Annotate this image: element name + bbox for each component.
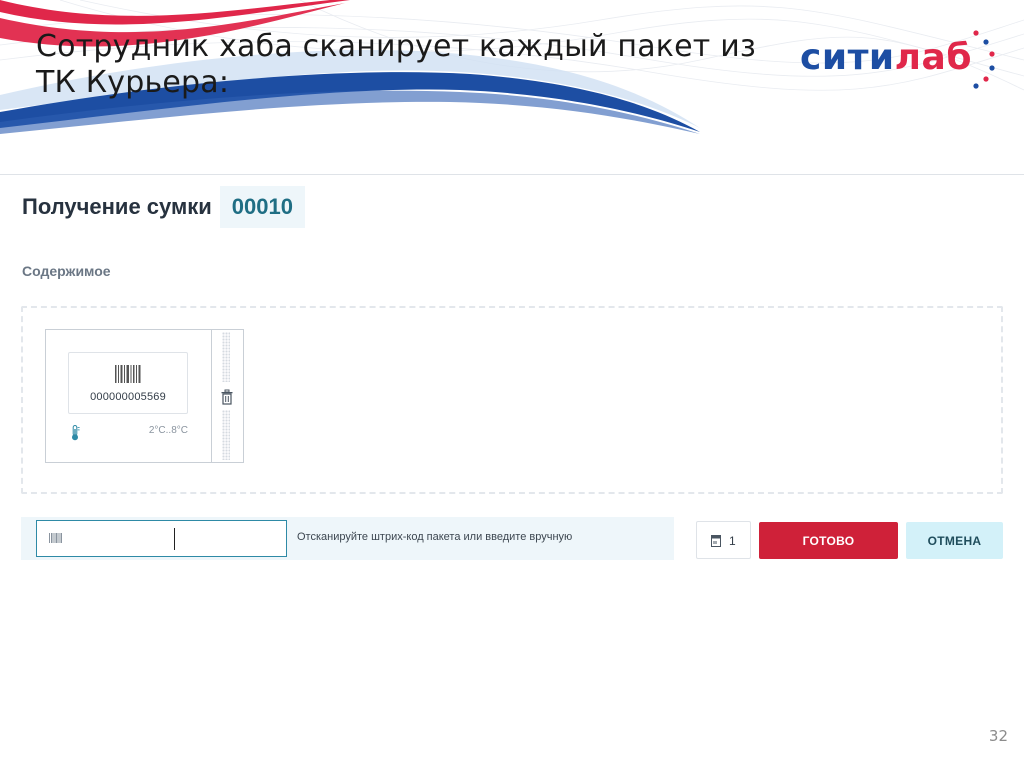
drag-handle-bottom[interactable] xyxy=(222,410,230,460)
bag-number-badge: 00010 xyxy=(219,186,305,228)
package-count-value: 1 xyxy=(729,534,736,548)
barcode-scan-icon xyxy=(49,533,62,543)
barcode-input[interactable] xyxy=(71,521,281,556)
temperature-range: 2°C..8°C xyxy=(148,425,188,436)
scan-hint-text: Отсканируйте штрих-код пакета или введит… xyxy=(297,531,573,543)
trash-icon[interactable] xyxy=(220,389,234,405)
slide-title: Сотрудник хаба сканирует каждый пакет из… xyxy=(36,29,757,100)
scan-bar: Отсканируйте штрих-код пакета или введит… xyxy=(21,517,674,560)
page-heading: Получение сумки 00010 xyxy=(22,186,305,228)
slide-header: Сотрудник хаба сканирует каждый пакет из… xyxy=(0,0,1024,175)
slide-page-number: 32 xyxy=(988,727,1008,745)
barcode-icon xyxy=(115,365,141,383)
logo-dots-icon xyxy=(973,30,995,89)
package-barcode-box: 000000005569 xyxy=(68,352,188,414)
thermometer-icon xyxy=(72,425,80,441)
text-caret xyxy=(174,528,175,550)
citilab-logo: ситилаб xyxy=(800,30,1000,90)
package-count-icon xyxy=(711,535,721,547)
package-card[interactable]: 000000005569 2°C..8°C xyxy=(45,329,244,463)
header-divider xyxy=(0,174,1024,175)
cancel-button[interactable]: ОТМЕНА xyxy=(906,522,1003,559)
package-count: 1 xyxy=(696,521,751,559)
package-code: 000000005569 xyxy=(90,391,166,403)
content-section-label: Содержимое xyxy=(22,263,111,279)
logo-part-blue: сити xyxy=(800,37,895,78)
package-card-actions xyxy=(211,330,243,462)
drag-handle-top[interactable] xyxy=(222,332,230,382)
logo-part-red: лаб xyxy=(894,37,972,78)
logo-wordmark: ситилаб xyxy=(800,36,972,80)
done-button[interactable]: ГОТОВО xyxy=(759,522,898,559)
page-title: Получение сумки xyxy=(22,194,212,219)
scan-input-container[interactable] xyxy=(36,520,287,557)
